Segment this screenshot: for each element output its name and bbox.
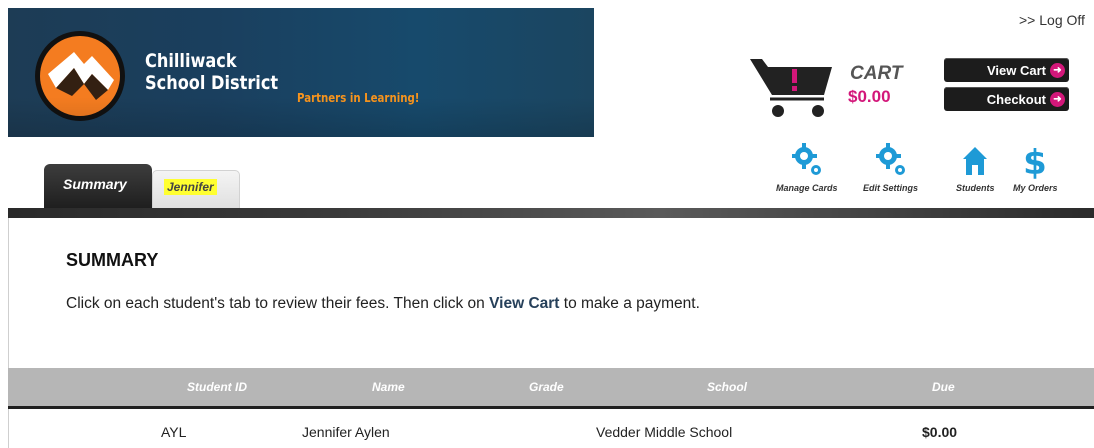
logoff-link[interactable]: >> Log Off (1019, 12, 1085, 28)
tab-student-jennifer[interactable]: Jennifer (152, 170, 240, 208)
column-header-name: Name (372, 380, 405, 394)
page-title: SUMMARY (66, 250, 159, 270)
instructions-pre: Click on each student's tab to review th… (66, 295, 490, 312)
tab-student-label: Jennifer (164, 179, 217, 195)
instructions-post: to make a payment. (559, 295, 700, 312)
manage-cards-label: Manage Cards (776, 183, 838, 193)
column-header-school: School (707, 380, 748, 394)
dollar-icon: $ (1023, 143, 1047, 179)
students-label: Students (956, 183, 995, 193)
district-banner: Chilliwack School District Partners in L… (8, 8, 594, 137)
column-header-due: Due (932, 380, 955, 394)
edit-settings-button[interactable]: Edit Settings (863, 143, 918, 193)
arrow-right-icon: ➜ (1050, 62, 1065, 78)
checkout-button[interactable]: Checkout ➜ (944, 87, 1069, 111)
gears-icon (791, 143, 821, 175)
manage-cards-button[interactable]: Manage Cards (776, 143, 838, 193)
content-left-border (8, 218, 9, 448)
district-name-line1: Chilliwack (145, 50, 237, 72)
my-orders-button[interactable]: $ My Orders (1013, 143, 1058, 193)
cell-due: $0.00 (922, 424, 958, 440)
svg-text:$: $ (1023, 143, 1047, 179)
tab-summary[interactable]: Summary (44, 164, 152, 209)
my-orders-label: My Orders (1013, 183, 1058, 193)
arrow-right-icon: ➜ (1050, 91, 1065, 107)
house-icon (963, 147, 988, 175)
students-button[interactable]: Students (956, 143, 995, 193)
edit-settings-label: Edit Settings (863, 183, 919, 193)
gears-icon (875, 143, 905, 175)
checkout-label: Checkout (986, 91, 1046, 107)
view-cart-button[interactable]: View Cart ➜ (944, 58, 1069, 82)
cart-label: CART (850, 63, 903, 84)
district-logo-icon (35, 31, 125, 121)
account-tools: Manage Cards Edit Settings Students $ My… (776, 143, 1076, 198)
tab-summary-label: Summary (63, 176, 127, 192)
summary-table-header: Student ID Name Grade School Due (8, 368, 1094, 408)
shopping-cart-icon[interactable] (750, 55, 842, 119)
instructions-view-cart: View Cart (489, 295, 560, 312)
district-name-line2: School District (145, 72, 279, 94)
table-header-rule (8, 406, 1094, 409)
tagline: Partners in Learning! (297, 91, 420, 105)
cell-name: Jennifer Aylen (302, 424, 390, 440)
district-name: Chilliwack School District (145, 50, 278, 94)
column-header-grade: Grade (529, 380, 564, 394)
view-cart-label: View Cart (986, 62, 1046, 78)
cell-school: Vedder Middle School (596, 424, 733, 440)
cart-total: $0.00 (848, 87, 891, 106)
cell-student-id: AYL (161, 424, 187, 440)
instructions-text: Click on each student's tab to review th… (66, 295, 700, 313)
column-header-student-id: Student ID (187, 380, 247, 394)
tab-bar-divider (8, 208, 1094, 218)
